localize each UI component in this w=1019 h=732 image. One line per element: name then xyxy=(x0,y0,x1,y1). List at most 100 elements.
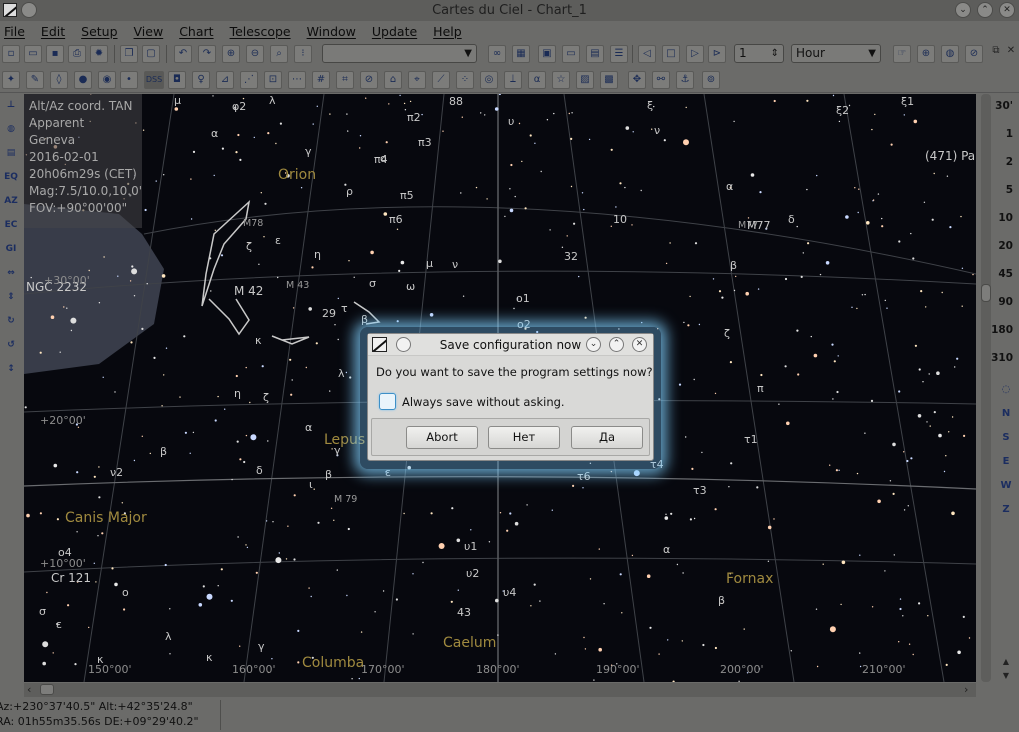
grid-icon[interactable]: # xyxy=(312,71,330,89)
settings-gear-icon[interactable]: ✹ xyxy=(90,45,108,63)
menu-view[interactable]: View xyxy=(134,24,164,39)
link-icon[interactable]: ⚯ xyxy=(652,71,670,89)
ecliptic-icon[interactable]: ⟋ xyxy=(432,71,450,89)
direction-north-button[interactable]: N xyxy=(998,406,1014,422)
eq-grid-icon[interactable]: ⌗ xyxy=(336,71,354,89)
search-combo[interactable]: ▼ xyxy=(322,44,477,63)
step-forward-icon[interactable]: ▷ xyxy=(686,45,704,63)
abort-button[interactable]: Abort xyxy=(406,426,478,449)
eq-mode-button[interactable]: EQ xyxy=(2,168,20,187)
fov-scale-90[interactable]: 90 xyxy=(978,296,1019,308)
no-button[interactable]: Нет xyxy=(488,426,560,449)
menu-chart[interactable]: Chart xyxy=(179,24,213,39)
horizon-view-icon[interactable]: ◌ xyxy=(998,382,1014,398)
close-chart-icon[interactable]: ✕ xyxy=(1005,44,1017,56)
dialog-minimize-button[interactable]: ⌄ xyxy=(586,337,601,352)
close-button[interactable]: ✕ xyxy=(999,2,1015,18)
telescope-icon[interactable]: ⊚ xyxy=(702,71,720,89)
direction-west-button[interactable]: W xyxy=(998,478,1014,494)
time-unit-select[interactable]: Hour ▼ xyxy=(791,44,881,63)
stop-icon[interactable]: □ xyxy=(662,45,680,63)
minimize-button[interactable]: ⌄ xyxy=(955,2,971,18)
flip-vertical-icon[interactable]: ⇕ xyxy=(2,288,20,307)
print-icon[interactable]: ⎙ xyxy=(68,45,86,63)
calendar-view-icon[interactable]: ▤ xyxy=(2,144,20,163)
globe-view-icon[interactable]: ◍ xyxy=(2,120,20,139)
vertical-scrollbar[interactable] xyxy=(981,94,991,682)
dialog-menu-button[interactable] xyxy=(396,337,411,352)
colors-icon[interactable]: ⁝ xyxy=(294,45,312,63)
label-icon[interactable]: ⊿ xyxy=(216,71,234,89)
image-bw-icon[interactable]: ▨ xyxy=(576,71,594,89)
chart-icon[interactable]: ▦ xyxy=(512,45,530,63)
redo-icon[interactable]: ↷ xyxy=(198,45,216,63)
zoom-fit-icon[interactable]: ⌕ xyxy=(270,45,288,63)
ruler-icon[interactable]: ⟘ xyxy=(504,71,522,89)
ec-mode-button[interactable]: EC xyxy=(2,216,20,235)
globe-icon[interactable]: ◍ xyxy=(941,45,959,63)
open-icon[interactable]: ▭ xyxy=(24,45,42,63)
horizontal-scrollbar[interactable]: ‹ › xyxy=(24,683,976,697)
camera-icon[interactable]: ◘ xyxy=(168,71,186,89)
nebula-pen-icon[interactable]: ✎ xyxy=(26,71,44,89)
always-save-checkbox[interactable] xyxy=(379,393,396,410)
milkyway-icon[interactable]: ⌖ xyxy=(408,71,426,89)
dss-icon[interactable]: DSS xyxy=(144,71,164,89)
direction-east-button[interactable]: E xyxy=(998,454,1014,470)
pattern-icon[interactable]: ▩ xyxy=(600,71,618,89)
menu-file[interactable]: File xyxy=(4,24,25,39)
galaxy-icon[interactable]: ◊ xyxy=(50,71,68,89)
gi-mode-button[interactable]: GI xyxy=(2,240,20,259)
vertical-arrows-icon[interactable]: ↕ xyxy=(2,360,20,379)
calendar-icon[interactable]: ▤ xyxy=(586,45,604,63)
scroll-left-icon[interactable]: ‹ xyxy=(27,683,31,697)
always-save-label[interactable]: Always save without asking. xyxy=(402,395,565,409)
rotate-right-icon[interactable]: ↻ xyxy=(2,312,20,331)
fov-scale-2[interactable]: 2 xyxy=(978,156,1019,168)
new-chart-icon[interactable]: ▫ xyxy=(2,45,20,63)
menu-update[interactable]: Update xyxy=(372,24,417,39)
scroll-right-icon[interactable]: › xyxy=(964,683,968,697)
direction-zenith-button[interactable]: Z xyxy=(998,502,1014,518)
pointer-icon[interactable]: ☞ xyxy=(893,45,911,63)
star-icon[interactable]: ✦ xyxy=(2,71,20,89)
compass-icon[interactable]: ⊘ xyxy=(360,71,378,89)
planet-icon[interactable]: • xyxy=(120,71,138,89)
menu-telescope[interactable]: Telescope xyxy=(230,24,291,39)
lightbulb-icon[interactable]: ♀ xyxy=(192,71,210,89)
menu-help[interactable]: Help xyxy=(433,24,462,39)
comet-icon[interactable]: ◎ xyxy=(480,71,498,89)
boundary-icon[interactable]: ⊡ xyxy=(264,71,282,89)
fov-scale-180[interactable]: 180 xyxy=(978,324,1019,336)
anchor-icon[interactable]: ⚓ xyxy=(676,71,694,89)
window-icon[interactable]: ▢ xyxy=(142,45,160,63)
folder-icon[interactable]: ▭ xyxy=(562,45,580,63)
cluster-icon[interactable]: ● xyxy=(74,71,92,89)
fov-scale-5[interactable]: 5 xyxy=(978,184,1019,196)
rotate-left-icon[interactable]: ↺ xyxy=(2,336,20,355)
restore-icon[interactable]: ⧉ xyxy=(990,44,1002,56)
flip-horizontal-icon[interactable]: ⇔ xyxy=(2,264,20,283)
undo-icon[interactable]: ↶ xyxy=(174,45,192,63)
menu-setup[interactable]: Setup xyxy=(81,24,117,39)
asteroid-icon[interactable]: ⁘ xyxy=(456,71,474,89)
move-icon[interactable]: ✥ xyxy=(628,71,646,89)
image-icon[interactable]: ▣ xyxy=(538,45,556,63)
play-forward-icon[interactable]: ⊳ xyxy=(708,45,726,63)
horizon-icon[interactable]: ⌂ xyxy=(384,71,402,89)
yes-button[interactable]: Да xyxy=(571,426,643,449)
menu-edit[interactable]: Edit xyxy=(41,24,65,39)
az-mode-button[interactable]: AZ xyxy=(2,192,20,211)
scroll-down-icon[interactable]: ▼ xyxy=(998,668,1014,684)
search-binoculars-icon[interactable]: ∞ xyxy=(488,45,506,63)
horizontal-scroll-thumb[interactable] xyxy=(40,684,54,695)
fov-scale-45[interactable]: 45 xyxy=(978,268,1019,280)
nebula-icon[interactable]: ◉ xyxy=(98,71,116,89)
crosshair-icon[interactable]: ⊕ xyxy=(917,45,935,63)
constellation-lines-icon[interactable]: ⋰ xyxy=(240,71,258,89)
zoom-in-icon[interactable]: ⊕ xyxy=(222,45,240,63)
step-spinbox[interactable]: 1 ⇕ xyxy=(734,44,784,63)
menu-window[interactable]: Window xyxy=(307,24,356,39)
fov-scale-310[interactable]: 310 xyxy=(978,352,1019,364)
dialog-close-button[interactable]: ✕ xyxy=(632,337,647,352)
